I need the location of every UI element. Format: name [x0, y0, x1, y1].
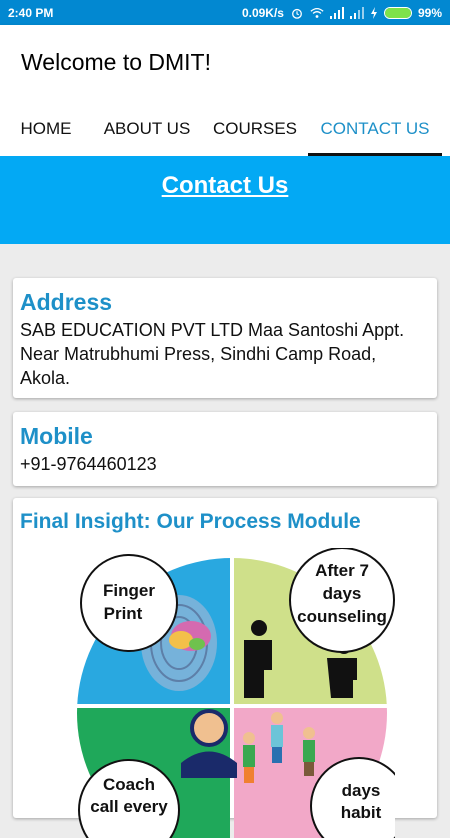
process-diagram: Finger Print After 7 days counseling Coa… [77, 548, 395, 838]
step-fingerprint-line1: Finger [103, 581, 155, 600]
signal-icon [349, 6, 364, 19]
battery-percent: 99% [417, 5, 442, 20]
wifi-icon [310, 7, 324, 18]
step-habit-line1: days [342, 781, 381, 800]
tab-label: HOME [20, 118, 72, 138]
process-heading: Final Insight: Our Process Module [20, 510, 361, 533]
tab-contact-us[interactable]: CONTACT US [308, 101, 442, 156]
counseling-bubble: After 7 days counseling [289, 548, 395, 653]
alarm-icon [292, 8, 302, 19]
app-bar: Welcome to DMIT! HOME ABOUT US COURSES C… [0, 25, 450, 156]
tab-bar: HOME ABOUT US COURSES CONTACT US [0, 101, 450, 156]
mobile-number[interactable]: +91-9764460123 [20, 452, 430, 476]
process-card: Final Insight: Our Process Module Finger… [13, 498, 437, 838]
contact-hero: Contact Us [0, 156, 450, 244]
mobile-heading: Mobile [20, 423, 93, 449]
step-counseling-line2: days [323, 584, 362, 603]
address-heading: Address [20, 289, 113, 315]
battery-icon [383, 6, 412, 19]
tab-about-us[interactable]: ABOUT US [92, 101, 202, 156]
finger-print-bubble: Finger Print [80, 554, 178, 652]
status-time: 2:40 PM [8, 5, 54, 20]
signal-icon [329, 6, 344, 19]
tab-courses[interactable]: COURSES [202, 101, 308, 156]
mobile-card: Mobile +91-9764460123 [13, 412, 437, 486]
step-counseling-line3: counseling [297, 607, 387, 626]
tab-label: COURSES [212, 118, 298, 138]
page-title[interactable]: Contact Us [0, 156, 450, 200]
tab-label: CONTACT US [320, 118, 430, 138]
address-card: Address SAB EDUCATION PVT LTD Maa Santos… [13, 278, 437, 398]
step-counseling-line1: After 7 [315, 561, 369, 580]
tab-label: ABOUT US [103, 118, 191, 138]
step-coach-line1: Coach [103, 775, 155, 794]
tab-home[interactable]: HOME [0, 101, 92, 156]
status-icons: 0.09K/s 99% [242, 6, 442, 20]
charging-icon [370, 6, 377, 19]
status-bar: 2:40 PM 0.09K/s 99% [0, 0, 450, 25]
step-habit-line2: habit [341, 803, 382, 822]
address-text: SAB EDUCATION PVT LTD Maa Santoshi Appt.… [20, 320, 405, 388]
step-fingerprint-line2: Print [104, 604, 143, 623]
network-speed: 0.09K/s [241, 5, 284, 20]
battery-level [384, 7, 411, 18]
app-title: Welcome to DMIT! [21, 49, 211, 75]
